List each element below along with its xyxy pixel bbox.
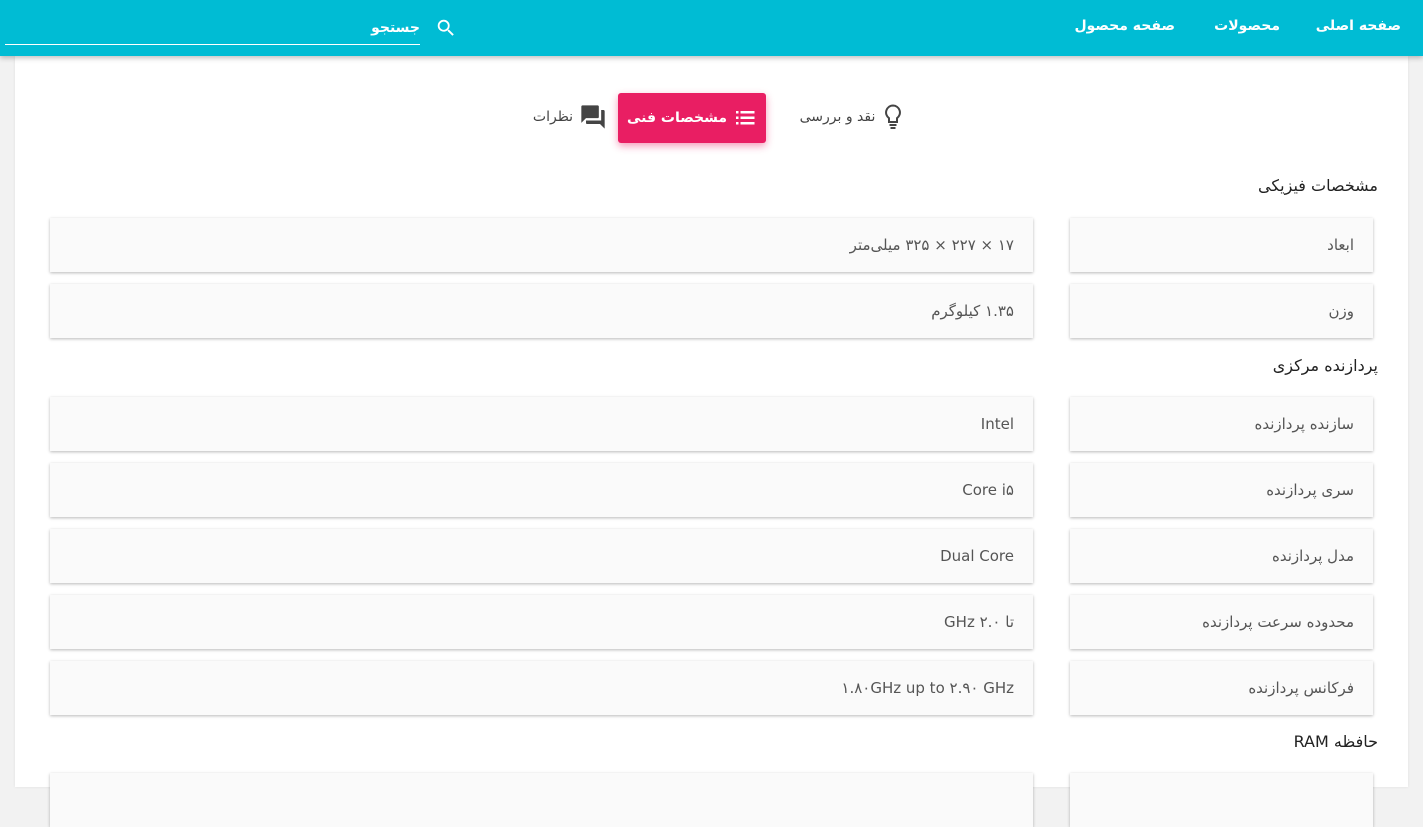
spec-label-cpu-frequency: فرکانس پردازنده bbox=[1070, 661, 1373, 715]
spec-value-cpu-frequency: ۱.۸۰GHz up to ۲.۹۰ GHz bbox=[50, 661, 1033, 715]
tab-review-label: نقد و بررسی bbox=[799, 109, 876, 125]
content-card: نقد و بررسی مشخصات فنی نظرات مشخصات فیزی… bbox=[15, 56, 1408, 827]
list-icon bbox=[736, 111, 755, 125]
tab-specs-label: مشخصات فنی bbox=[626, 110, 728, 126]
nav-home-link[interactable]: صفحه اصلی bbox=[1316, 18, 1401, 34]
top-navbar: صفحه اصلی محصولات صفحه محصول bbox=[0, 0, 1423, 56]
section-title-cpu: پردازنده مرکزی bbox=[1272, 356, 1378, 375]
tab-review[interactable]: نقد و بررسی bbox=[785, 92, 920, 142]
spec-value-cpu-series: Core i۵ bbox=[50, 463, 1033, 517]
tab-comments[interactable]: نظرات bbox=[520, 92, 620, 142]
spec-value-weight: ۱.۳۵ کیلوگرم bbox=[50, 284, 1033, 338]
spec-label-dimensions: ابعاد bbox=[1070, 218, 1373, 272]
spec-value-cpu-speed-range: تا GHz ۲.۰ bbox=[50, 595, 1033, 649]
nav-products-link[interactable]: محصولات bbox=[1214, 18, 1280, 34]
spec-value-cpu-maker: Intel bbox=[50, 397, 1033, 451]
lightbulb-icon bbox=[885, 104, 902, 129]
spec-value-cpu-model: Dual Core bbox=[50, 529, 1033, 583]
spec-label-ram-first bbox=[1070, 773, 1373, 827]
forum-icon bbox=[581, 105, 605, 129]
spec-value-ram-first bbox=[50, 773, 1033, 827]
spec-label-cpu-speed-range: محدوده سرعت پردازنده bbox=[1070, 595, 1373, 649]
search-icon[interactable] bbox=[435, 17, 457, 39]
spec-label-weight: وزن bbox=[1070, 284, 1373, 338]
tab-specs[interactable]: مشخصات فنی bbox=[618, 93, 766, 143]
spec-label-cpu-maker: سازنده پردازنده bbox=[1070, 397, 1373, 451]
spec-value-dimensions: ۱۷ × ۲۲۷ × ۳۲۵ میلی‌متر bbox=[50, 218, 1033, 272]
nav-product-page-link[interactable]: صفحه محصول bbox=[1074, 18, 1175, 34]
tab-comments-label: نظرات bbox=[532, 109, 574, 125]
section-title-physical: مشخصات فیزیکی bbox=[1258, 176, 1378, 195]
spec-label-cpu-model: مدل پردازنده bbox=[1070, 529, 1373, 583]
search-input[interactable] bbox=[5, 15, 420, 45]
section-title-ram: حافظه RAM bbox=[1293, 732, 1378, 751]
spec-label-cpu-series: سری پردازنده bbox=[1070, 463, 1373, 517]
